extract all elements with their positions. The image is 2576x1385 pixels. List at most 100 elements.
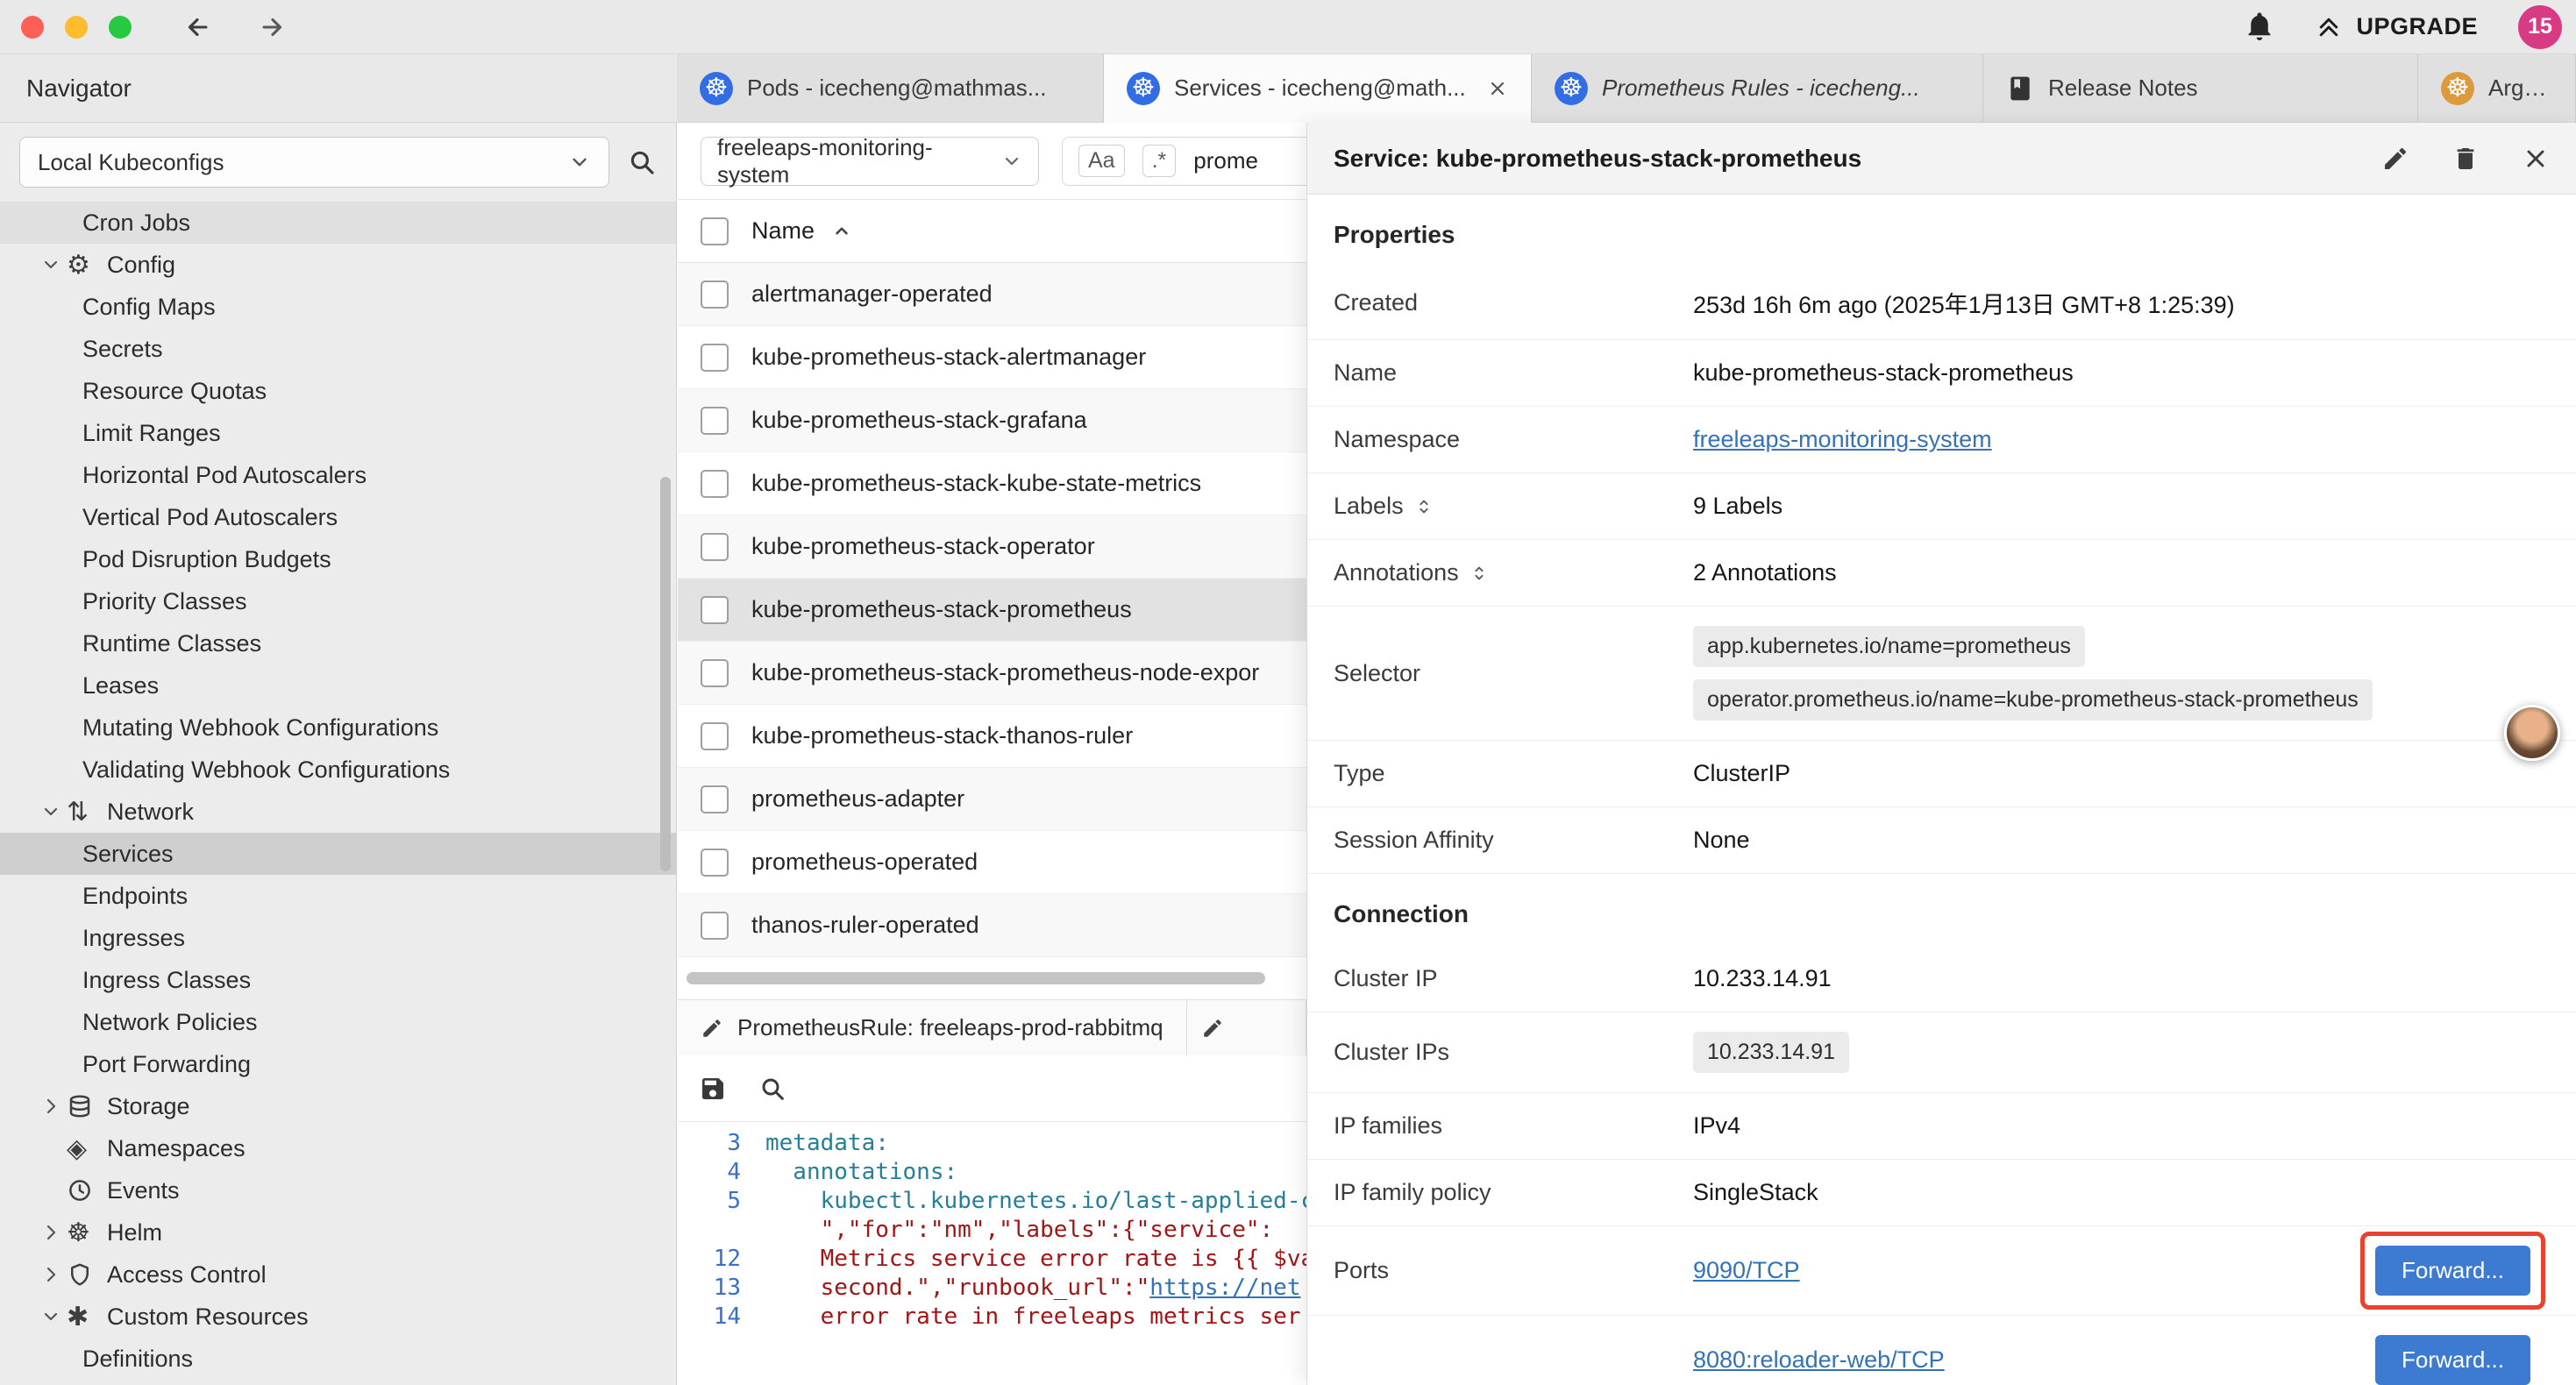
namespace-link[interactable]: freeleaps-monitoring-system — [1693, 426, 1992, 452]
sidebar-item-network-policies[interactable]: Network Policies — [0, 1001, 676, 1043]
row-checkbox[interactable] — [701, 912, 729, 940]
sidebar-item-leases[interactable]: Leases — [0, 664, 676, 707]
port-link[interactable]: 8080:reloader-web/TCP — [1693, 1346, 1945, 1374]
table-row-kube-prometheus-stack-operator[interactable]: kube-prometheus-stack-operator — [678, 515, 1306, 579]
sidebar-item-runtime-classes[interactable]: Runtime Classes — [0, 622, 676, 664]
table-row-kube-prometheus-stack-thanos-ruler[interactable]: kube-prometheus-stack-thanos-ruler — [678, 705, 1306, 768]
table-row-kube-prometheus-stack-kube-state-metrics[interactable]: kube-prometheus-stack-kube-state-metrics — [678, 452, 1306, 515]
sidebar-item-ingresses[interactable]: Ingresses — [0, 917, 676, 959]
close-icon[interactable] — [1487, 78, 1508, 99]
sidebar-item-horizontal-pod-autoscalers[interactable]: Horizontal Pod Autoscalers — [0, 454, 676, 496]
row-checkbox[interactable] — [701, 344, 729, 372]
table-row-thanos-ruler-operated[interactable]: thanos-ruler-operated — [678, 894, 1306, 957]
sort-toggle-icon[interactable] — [1469, 564, 1489, 583]
close-icon[interactable] — [2522, 145, 2550, 173]
notification-badge[interactable]: 15 — [2518, 5, 2562, 49]
sidebar-scrollbar[interactable] — [660, 477, 671, 871]
save-icon[interactable] — [699, 1075, 727, 1103]
sidebar-item-vertical-pod-autoscalers[interactable]: Vertical Pod Autoscalers — [0, 496, 676, 538]
row-checkbox[interactable] — [701, 849, 729, 877]
trash-icon[interactable] — [2451, 145, 2480, 173]
avatar[interactable] — [2504, 705, 2560, 761]
sidebar-item-events[interactable]: Events — [0, 1169, 676, 1211]
sidebar-item-ingress-classes[interactable]: Ingress Classes — [0, 959, 676, 1001]
sidebar-item-pod-disruption-budgets[interactable]: Pod Disruption Budgets — [0, 538, 676, 580]
sidebar-item-mutating-webhook-configurations[interactable]: Mutating Webhook Configurations — [0, 707, 676, 749]
kubeconfig-selector[interactable]: Local Kubeconfigs — [19, 137, 609, 188]
edit-icon[interactable] — [2381, 145, 2409, 173]
sidebar-item-network[interactable]: ⇅Network — [0, 791, 676, 833]
tab-pods-icecheng-mathmas[interactable]: ☸Pods - icecheng@mathmas... — [677, 54, 1104, 123]
row-checkbox[interactable] — [701, 407, 729, 435]
editor-line[interactable]: ","for":"nm","labels":{"service": — [678, 1216, 1306, 1245]
dock-tab-prometheusrule[interactable]: PrometheusRule: freeleaps-prod-rabbitmq — [678, 1000, 1187, 1055]
sidebar-item-secrets[interactable]: Secrets — [0, 328, 676, 370]
sidebar-item-custom-resources[interactable]: ✱Custom Resources — [0, 1296, 676, 1338]
namespace-selector[interactable]: freeleaps-monitoring-system — [701, 137, 1039, 186]
close-window-button[interactable] — [21, 16, 44, 39]
bell-icon[interactable] — [2244, 11, 2275, 43]
minimize-window-button[interactable] — [65, 16, 88, 39]
sidebar-item-validating-webhook-configurations[interactable]: Validating Webhook Configurations — [0, 749, 676, 791]
upgrade-button[interactable]: UPGRADE — [2316, 13, 2478, 40]
sort-toggle-icon[interactable] — [1414, 497, 1434, 516]
sidebar-item-port-forwarding[interactable]: Port Forwarding — [0, 1043, 676, 1085]
table-row-alertmanager-operated[interactable]: alertmanager-operated — [678, 263, 1306, 326]
row-checkbox[interactable] — [701, 470, 729, 498]
table-row-prometheus-operated[interactable]: prometheus-operated — [678, 831, 1306, 894]
sidebar-item-limit-ranges[interactable]: Limit Ranges — [0, 412, 676, 454]
tab-prometheus-rules-icecheng[interactable]: ☸Prometheus Rules - icecheng... — [1532, 54, 1983, 123]
search-icon[interactable] — [758, 1075, 786, 1103]
table-row-kube-prometheus-stack-grafana[interactable]: kube-prometheus-stack-grafana — [678, 389, 1306, 452]
zoom-window-button[interactable] — [109, 16, 132, 39]
row-checkbox[interactable] — [701, 281, 729, 309]
sidebar-item-resource-quotas[interactable]: Resource Quotas — [0, 370, 676, 412]
column-header-name[interactable]: Name — [751, 217, 815, 245]
regex-toggle[interactable]: .* — [1142, 145, 1177, 177]
match-case-toggle[interactable]: Aa — [1078, 145, 1125, 177]
sidebar-item-namespaces[interactable]: ◈Namespaces — [0, 1127, 676, 1169]
row-checkbox[interactable] — [701, 533, 729, 561]
forward-button[interactable]: Forward... — [2375, 1335, 2530, 1385]
sidebar-item-access-control[interactable]: Access Control — [0, 1254, 676, 1296]
editor-line[interactable]: 12 Metrics service error rate is {{ $va — [678, 1245, 1306, 1274]
tab-argo-se[interactable]: ☸Argo Se — [2418, 54, 2576, 123]
sidebar-item-config[interactable]: ⚙Config — [0, 244, 676, 286]
search-icon[interactable] — [627, 147, 657, 177]
yaml-editor[interactable]: 3metadata:4 annotations:5 kubectl.kubern… — [678, 1122, 1306, 1332]
forward-button[interactable]: Forward... — [2375, 1246, 2530, 1296]
sidebar-item-config-maps[interactable]: Config Maps — [0, 286, 676, 328]
port-link[interactable]: 9090/TCP — [1693, 1257, 1800, 1284]
table-row-kube-prometheus-stack-alertmanager[interactable]: kube-prometheus-stack-alertmanager — [678, 326, 1306, 389]
table-row-kube-prometheus-stack-prometheus-node-expor[interactable]: kube-prometheus-stack-prometheus-node-ex… — [678, 642, 1306, 705]
select-all-checkbox[interactable] — [701, 217, 729, 245]
table-row-kube-prometheus-stack-prometheus[interactable]: kube-prometheus-stack-prometheus — [678, 579, 1306, 642]
horizontal-scrollbar[interactable] — [687, 972, 1265, 984]
editor-line[interactable]: 4 annotations: — [678, 1158, 1306, 1187]
row-checkbox[interactable] — [701, 659, 729, 687]
drawer-row-label: Namespace — [1334, 426, 1460, 453]
dock-tab-partial[interactable] — [1187, 1000, 1306, 1055]
sidebar-item-cron-jobs[interactable]: Cron Jobs — [0, 202, 676, 244]
editor-line[interactable]: 13 second.","runbook_url":"https://net — [678, 1274, 1306, 1303]
row-checkbox[interactable] — [701, 785, 729, 813]
drawer-row-label: IP families — [1334, 1112, 1442, 1140]
row-checkbox[interactable] — [701, 722, 729, 750]
sidebar-item-storage[interactable]: Storage — [0, 1085, 676, 1127]
table-search-input[interactable]: Aa .* prome — [1062, 137, 1306, 186]
sidebar-item-priority-classes[interactable]: Priority Classes — [0, 580, 676, 622]
sidebar-item-definitions[interactable]: Definitions — [0, 1338, 676, 1380]
tab-services-icecheng-math[interactable]: ☸Services - icecheng@math... — [1104, 54, 1532, 123]
forward-arrow-icon[interactable] — [258, 12, 288, 42]
row-checkbox[interactable] — [701, 596, 729, 624]
tab-release-notes[interactable]: Release Notes — [1983, 54, 2418, 123]
editor-line[interactable]: 5 kubectl.kubernetes.io/last-applied-co — [678, 1187, 1306, 1216]
editor-line[interactable]: 3metadata: — [678, 1129, 1306, 1158]
sidebar-item-helm[interactable]: ☸Helm — [0, 1211, 676, 1254]
sidebar-item-services[interactable]: Services — [0, 833, 676, 875]
sidebar-item-endpoints[interactable]: Endpoints — [0, 875, 676, 917]
editor-line[interactable]: 14 error rate in freeleaps metrics ser — [678, 1303, 1306, 1332]
table-row-prometheus-adapter[interactable]: prometheus-adapter — [678, 768, 1306, 831]
navigator-tree: Cron Jobs⚙ConfigConfig MapsSecretsResour… — [0, 202, 676, 1380]
back-arrow-icon[interactable] — [182, 12, 212, 42]
